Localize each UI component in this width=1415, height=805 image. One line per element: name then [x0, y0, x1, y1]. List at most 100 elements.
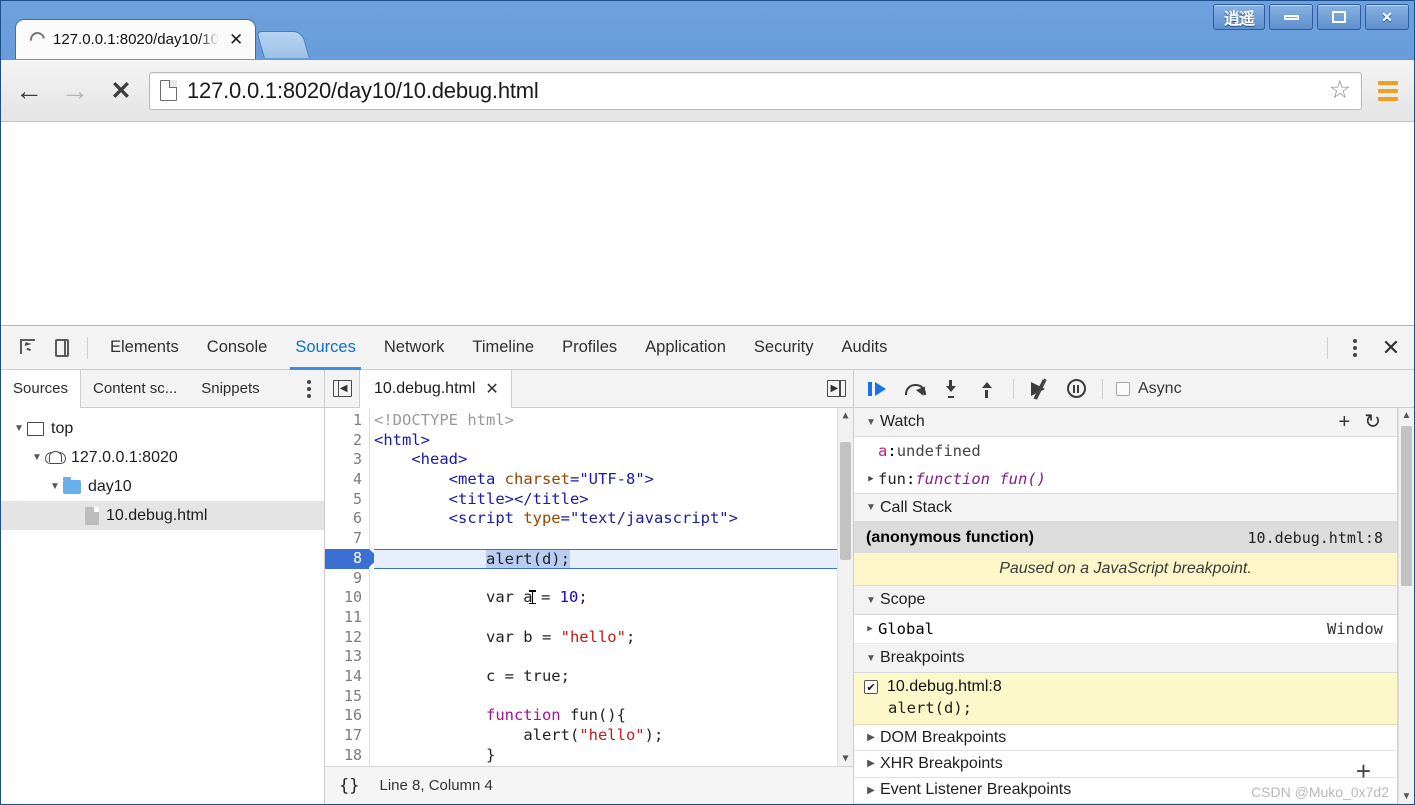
tab-audits[interactable]: Audits	[828, 326, 902, 370]
code-line[interactable]	[374, 687, 837, 707]
section-header-scope[interactable]: ▼ Scope	[854, 586, 1397, 615]
address-bar[interactable]: 127.0.0.1:8020/day10/10.debug.html ☆	[149, 71, 1362, 110]
line-number-gutter[interactable]: 1 2 3 4 5 6 7 8 9 10 11 12 13 14 15 16 17 18	[325, 408, 379, 766]
nav-tab-content-scripts[interactable]: Content sc...	[81, 370, 189, 407]
editor-scrollbar[interactable]: ▲ ▼	[837, 408, 853, 766]
tab-profiles[interactable]: Profiles	[548, 326, 631, 370]
scope-row-global[interactable]: ▶ Global Window	[854, 615, 1397, 644]
code-line[interactable]: <title></title>	[374, 490, 837, 510]
extension-button[interactable]: 逍遥	[1213, 4, 1265, 30]
async-stack-toggle[interactable]: Async	[1116, 380, 1182, 398]
code-content[interactable]: <!DOCTYPE html> <html> <head> <meta chars…	[370, 408, 837, 766]
line-number[interactable]: 11	[325, 608, 369, 628]
scroll-down-icon[interactable]: ▼	[838, 751, 853, 766]
debugger-scrollbar[interactable]: ▲ ▼	[1398, 408, 1414, 804]
url-text[interactable]: 127.0.0.1:8020/day10/10.debug.html	[187, 78, 1319, 104]
breakpoint-checkbox[interactable]: ✔	[864, 680, 878, 694]
minimize-button[interactable]	[1269, 4, 1313, 30]
scroll-up-icon[interactable]: ▲	[1399, 408, 1414, 423]
add-watch-expression-icon[interactable]: +	[1339, 412, 1351, 432]
line-number[interactable]: 8	[325, 548, 379, 569]
devtools-more-icon[interactable]	[1338, 331, 1372, 365]
line-number[interactable]: 9	[325, 569, 369, 589]
tab-sources[interactable]: Sources	[281, 326, 370, 370]
code-line[interactable]: <!DOCTYPE html>	[374, 411, 837, 431]
line-number[interactable]: 14	[325, 667, 369, 687]
code-line[interactable]: <html>	[374, 431, 837, 451]
pause-on-exceptions-button[interactable]	[1059, 372, 1093, 406]
refresh-watch-icon[interactable]: ↻	[1364, 412, 1381, 432]
line-number[interactable]: 7	[325, 529, 369, 549]
code-line[interactable]: alert("hello");	[374, 726, 837, 746]
tab-timeline[interactable]: Timeline	[458, 326, 548, 370]
step-over-button[interactable]	[898, 372, 932, 406]
tab-network[interactable]: Network	[370, 326, 459, 370]
scrollbar-thumb[interactable]	[840, 442, 851, 560]
stop-loading-button[interactable]: ✕	[103, 73, 139, 109]
back-button[interactable]: ←	[11, 73, 47, 109]
browser-tab[interactable]: 127.0.0.1:8020/day10/10 ✕	[15, 19, 257, 59]
code-line[interactable]: <meta charset="UTF-8">	[374, 470, 837, 490]
twisty-icon[interactable]: ▶	[862, 732, 880, 743]
twisty-icon[interactable]: ▼	[862, 653, 880, 664]
line-number[interactable]: 18	[325, 746, 369, 766]
line-number[interactable]: 6	[325, 509, 369, 529]
scrollbar-thumb[interactable]	[1401, 426, 1412, 586]
code-editor[interactable]: 1 2 3 4 5 6 7 8 9 10 11 12 13 14 15 16 17 18 <!DOCTYPE ht…	[325, 408, 853, 766]
twisty-icon[interactable]: ▶	[862, 624, 878, 634]
watch-item[interactable]: a : undefined	[854, 437, 1397, 465]
line-number[interactable]: 12	[325, 628, 369, 648]
tab-console[interactable]: Console	[193, 326, 282, 370]
twisty-icon[interactable]: ▼	[862, 502, 880, 513]
tab-application[interactable]: Application	[631, 326, 740, 370]
section-header-watch[interactable]: ▼ Watch + ↻	[854, 408, 1397, 437]
section-header-event-listener-breakpoints[interactable]: ▶ Event Listener Breakpoints	[854, 777, 1397, 804]
watch-item[interactable]: ▶ fun : function fun()	[854, 465, 1397, 493]
new-tab-button[interactable]	[256, 31, 311, 58]
collapse-navigator-button[interactable]: ◀	[325, 370, 359, 407]
code-line[interactable]	[374, 647, 837, 667]
code-line[interactable]: }	[374, 746, 837, 766]
twisty-icon[interactable]: ▼	[47, 481, 63, 492]
editor-tab-10-debug-html[interactable]: 10.debug.html ✕	[359, 370, 512, 408]
twisty-icon[interactable]: ▶	[862, 758, 880, 769]
line-number[interactable]: 10	[325, 588, 369, 608]
line-number[interactable]: 1	[325, 411, 369, 431]
forward-button[interactable]: →	[57, 73, 93, 109]
twisty-icon[interactable]: ▼	[862, 595, 880, 606]
scroll-up-icon[interactable]: ▲	[838, 408, 853, 423]
line-number[interactable]: 4	[325, 470, 369, 490]
maximize-button[interactable]	[1317, 4, 1361, 30]
resume-script-button[interactable]	[862, 372, 896, 406]
step-into-button[interactable]	[934, 372, 968, 406]
line-number[interactable]: 13	[325, 647, 369, 667]
twisty-icon[interactable]: ▼	[29, 452, 45, 463]
call-stack-frame[interactable]: (anonymous function) 10.debug.html:8	[854, 522, 1397, 553]
code-line[interactable]	[374, 608, 837, 628]
code-line[interactable]: var b = "hello";	[374, 628, 837, 648]
deactivate-breakpoints-button[interactable]	[1023, 372, 1057, 406]
nav-tab-snippets[interactable]: Snippets	[189, 370, 271, 407]
browser-menu-icon[interactable]	[1372, 74, 1404, 108]
editor-tab-close-icon[interactable]: ✕	[485, 379, 498, 399]
section-header-dom-breakpoints[interactable]: ▶ DOM Breakpoints	[854, 725, 1397, 752]
code-line[interactable]: function fun(){	[374, 706, 837, 726]
bookmark-star-icon[interactable]: ☆	[1329, 78, 1353, 103]
section-header-breakpoints[interactable]: ▼ Breakpoints	[854, 644, 1397, 673]
code-line[interactable]: <script type="text/javascript">	[374, 509, 837, 529]
code-line[interactable]	[374, 569, 837, 589]
twisty-icon[interactable]: ▼	[862, 417, 880, 428]
line-number[interactable]: 17	[325, 726, 369, 746]
code-line[interactable]	[374, 529, 837, 549]
nav-tab-sources[interactable]: Sources	[1, 370, 82, 408]
async-checkbox[interactable]	[1116, 381, 1130, 396]
inspect-element-icon[interactable]	[11, 331, 45, 365]
add-xhr-breakpoint-icon[interactable]: +	[1356, 758, 1371, 784]
code-line[interactable]: alert(d);	[374, 548, 837, 569]
line-number[interactable]: 2	[325, 431, 369, 451]
twisty-icon[interactable]: ▼	[11, 423, 27, 434]
tab-close-icon[interactable]: ✕	[227, 31, 245, 48]
line-number[interactable]: 3	[325, 450, 369, 470]
pretty-print-icon[interactable]: {}	[339, 776, 359, 796]
line-number[interactable]: 16	[325, 706, 369, 726]
